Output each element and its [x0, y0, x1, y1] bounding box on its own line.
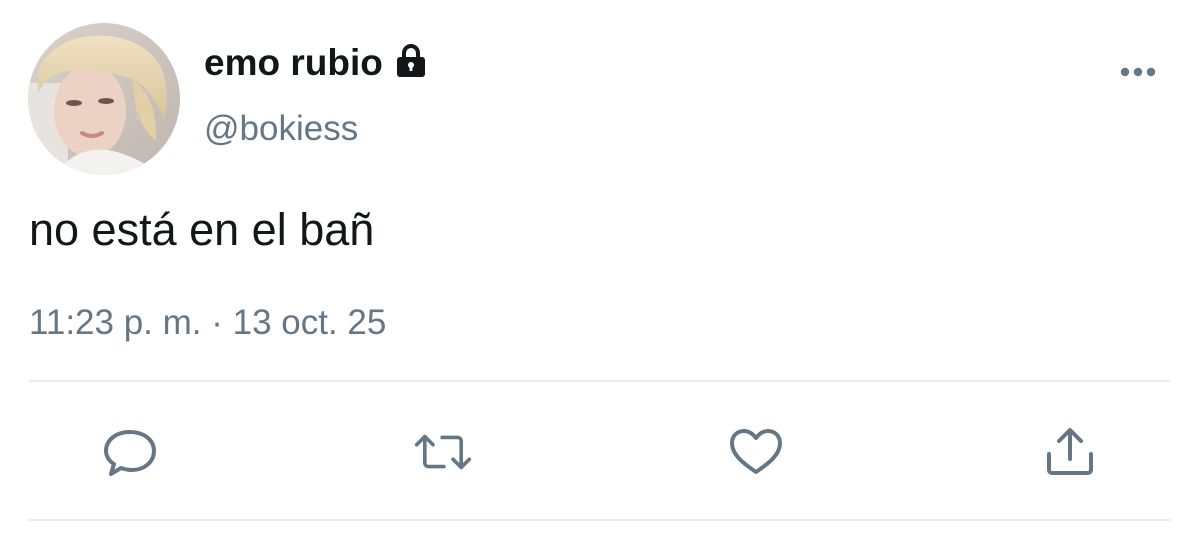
share-button[interactable]: [1040, 424, 1100, 480]
user-handle[interactable]: @bokiess: [204, 108, 358, 150]
retweet-icon: [414, 434, 472, 470]
like-button[interactable]: [726, 424, 786, 480]
divider-bottom: [29, 519, 1170, 521]
display-name-text: emo rubio: [204, 42, 383, 83]
share-icon: [1047, 428, 1093, 475]
avatar-photo: [28, 23, 180, 175]
retweet-button[interactable]: [413, 424, 473, 480]
divider: [29, 380, 1170, 382]
avatar[interactable]: [28, 23, 180, 175]
display-name[interactable]: emo rubio: [204, 41, 430, 85]
lock-icon: [392, 42, 430, 80]
more-options-icon[interactable]: [1115, 60, 1161, 84]
tweet-text: no está en el bañ: [29, 204, 375, 255]
like-icon: [730, 429, 782, 474]
reply-icon: [104, 430, 156, 476]
tweet-timestamp[interactable]: 11:23 p. m. · 13 oct. 25: [29, 301, 386, 345]
reply-button[interactable]: [100, 424, 160, 480]
